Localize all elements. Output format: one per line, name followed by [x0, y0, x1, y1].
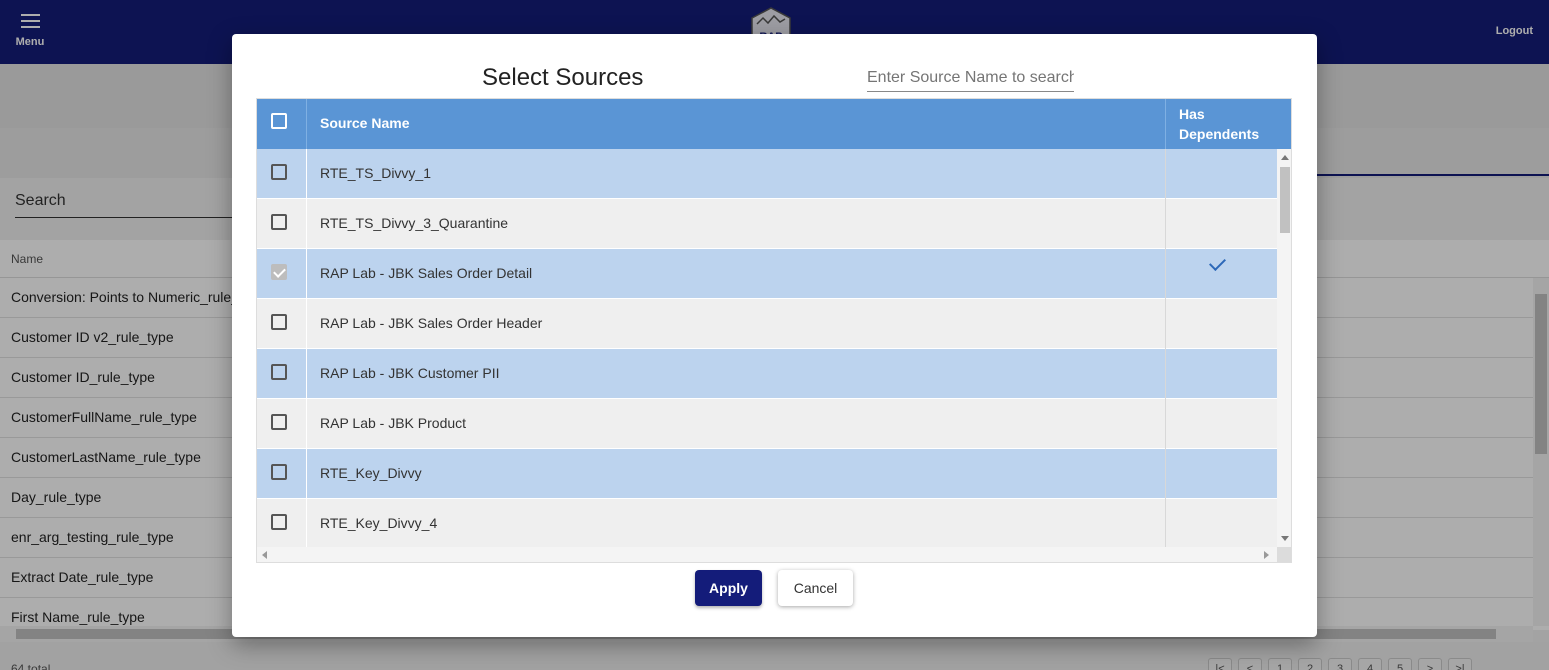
sources-grid: Source Name Has Dependents RTE_TS_Divvy_…: [256, 98, 1292, 563]
source-row[interactable]: RTE_TS_Divvy_1: [257, 149, 1277, 199]
row-checkbox-cell: [257, 199, 307, 249]
source-row[interactable]: RTE_TS_Divvy_3_Quarantine: [257, 199, 1277, 249]
scroll-up-icon[interactable]: [1281, 155, 1289, 160]
checkmark-icon: [1209, 254, 1226, 271]
source-search-input[interactable]: [867, 64, 1074, 92]
select-sources-dialog: Select Sources Source Name Has Dependent…: [232, 34, 1317, 637]
row-checkbox[interactable]: [271, 414, 287, 430]
row-checkbox[interactable]: [271, 464, 287, 480]
row-checkbox-cell: [257, 299, 307, 349]
source-row[interactable]: RAP Lab - JBK Customer PII: [257, 349, 1277, 399]
row-checkbox-cell: [257, 399, 307, 449]
scroll-right-icon[interactable]: [1264, 551, 1269, 559]
grid-header: Source Name Has Dependents: [257, 99, 1291, 149]
source-row[interactable]: RTE_Key_Divvy_4: [257, 499, 1277, 547]
source-name: RTE_TS_Divvy_3_Quarantine: [307, 199, 1166, 249]
has-dependents-cell: [1166, 149, 1277, 199]
cancel-button[interactable]: Cancel: [778, 570, 853, 606]
row-checkbox[interactable]: [271, 364, 287, 380]
source-row[interactable]: RAP Lab - JBK Sales Order Detail: [257, 249, 1277, 299]
has-dependents-cell: [1166, 349, 1277, 399]
source-row[interactable]: RTE_Key_Divvy: [257, 449, 1277, 499]
row-checkbox[interactable]: [271, 164, 287, 180]
has-dependents-cell: [1166, 299, 1277, 349]
source-row[interactable]: RAP Lab - JBK Product: [257, 399, 1277, 449]
select-all-cell: [257, 99, 307, 149]
row-checkbox-cell: [257, 249, 307, 299]
row-checkbox[interactable]: [271, 514, 287, 530]
source-name: RAP Lab - JBK Product: [307, 399, 1166, 449]
grid-body: RTE_TS_Divvy_1 RTE_TS_Divvy_3_Quarantine…: [257, 149, 1277, 547]
source-name: RTE_Key_Divvy_4: [307, 499, 1166, 547]
grid-horizontal-scrollbar[interactable]: [257, 547, 1277, 562]
scroll-down-icon[interactable]: [1281, 536, 1289, 541]
scrollbar-thumb[interactable]: [1280, 167, 1290, 233]
row-checkbox-cell: [257, 149, 307, 199]
has-dependents-cell: [1166, 499, 1277, 547]
row-checkbox-cell: [257, 499, 307, 547]
has-dependents-cell: [1166, 399, 1277, 449]
row-checkbox[interactable]: [271, 314, 287, 330]
row-checkbox-cell: [257, 349, 307, 399]
row-checkbox-cell: [257, 449, 307, 499]
source-name: RTE_TS_Divvy_1: [307, 149, 1166, 199]
source-row[interactable]: RAP Lab - JBK Sales Order Header: [257, 299, 1277, 349]
has-dependents-cell: [1166, 449, 1277, 499]
grid-vertical-scrollbar[interactable]: [1277, 149, 1291, 547]
dialog-title: Select Sources: [482, 64, 644, 91]
scroll-left-icon[interactable]: [262, 551, 267, 559]
scrollbar-corner: [1277, 547, 1291, 562]
source-name: RTE_Key_Divvy: [307, 449, 1166, 499]
apply-button[interactable]: Apply: [695, 570, 762, 606]
source-name: RAP Lab - JBK Sales Order Header: [307, 299, 1166, 349]
select-all-checkbox[interactable]: [271, 113, 287, 129]
column-header-has-dependents[interactable]: Has Dependents: [1166, 99, 1291, 149]
column-header-source-name[interactable]: Source Name: [307, 99, 1166, 149]
has-dependents-cell: [1166, 249, 1277, 299]
source-name: RAP Lab - JBK Sales Order Detail: [307, 249, 1166, 299]
source-name: RAP Lab - JBK Customer PII: [307, 349, 1166, 399]
row-checkbox[interactable]: [271, 214, 287, 230]
row-checkbox-checked[interactable]: [271, 264, 287, 280]
has-dependents-cell: [1166, 199, 1277, 249]
